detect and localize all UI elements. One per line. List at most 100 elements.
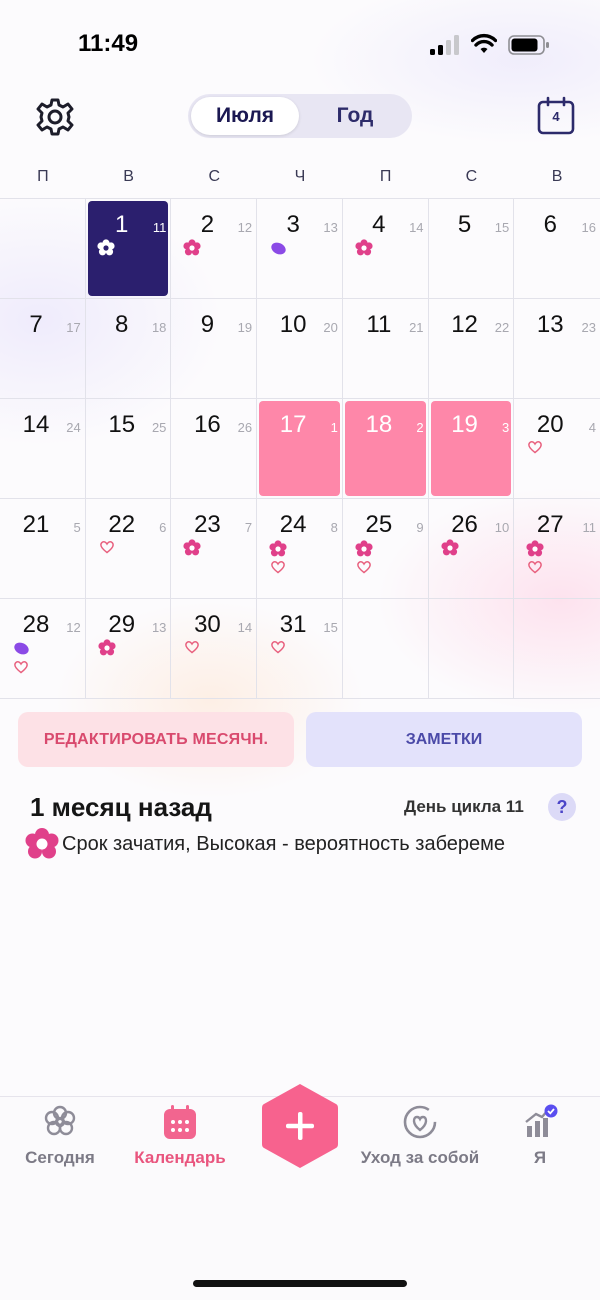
calendar-day-cell[interactable]: 6 16 — [514, 199, 600, 299]
day-number: 10 — [279, 311, 307, 338]
day-number: 31 — [279, 611, 307, 638]
edit-period-button[interactable]: РЕДАКТИРОВАТЬ МЕСЯЧН. — [18, 712, 294, 767]
signal-icon — [430, 35, 462, 55]
calendar-day-cell[interactable]: 23 7 — [171, 499, 258, 599]
settings-button[interactable] — [33, 95, 77, 139]
day-number: 21 — [22, 511, 50, 538]
calendar-day-cell[interactable]: 24 8 — [257, 499, 343, 599]
day-number: 1 — [115, 211, 129, 238]
cycle-day-number: 19 — [237, 320, 253, 335]
day-number: 17 — [279, 411, 307, 438]
flower-icon — [355, 239, 373, 256]
calendar-day-cell[interactable]: 15 25 — [85, 399, 172, 499]
cycle-day-number: 3 — [502, 420, 510, 435]
tab-me[interactable]: Я — [480, 1104, 600, 1168]
calendar-day-cell[interactable]: 16 26 — [171, 399, 258, 499]
notes-button[interactable]: ЗАМЕТКИ — [306, 712, 582, 767]
gear-icon — [36, 98, 74, 136]
add-button[interactable] — [260, 1082, 340, 1170]
day-number: 12 — [451, 311, 478, 338]
period-switcher: Июля Год — [188, 94, 412, 138]
calendar-day-cell[interactable]: 10 20 — [257, 299, 343, 399]
heart-icon — [356, 561, 371, 574]
today-calendar-button[interactable]: 4 — [536, 96, 576, 136]
calendar-day-cell[interactable]: 5 15 — [428, 199, 515, 299]
day-number: 16 — [194, 411, 221, 438]
calendar-day-cell[interactable]: 13 23 — [514, 299, 600, 399]
flower-icon — [98, 639, 116, 656]
calendar-day-cell[interactable]: 18 2 — [342, 399, 429, 499]
heart-icon — [528, 441, 543, 454]
flower-icon — [183, 239, 202, 256]
calendar-day-cell[interactable]: 31 15 — [257, 599, 343, 699]
calendar-day-cell[interactable]: 3 13 — [257, 199, 343, 299]
segment-month[interactable]: Июля — [191, 97, 299, 135]
calendar-icon — [164, 1105, 196, 1139]
day-number: 27 — [536, 511, 564, 538]
calendar-day-cell[interactable]: 4 14 — [342, 199, 429, 299]
heart-icon — [14, 661, 28, 674]
cycle-day-number: 22 — [494, 320, 510, 335]
fertile-flower-icon — [25, 828, 59, 859]
cycle-day-number: 1 — [330, 420, 338, 435]
calendar-empty-cell — [342, 599, 429, 699]
calendar-day-cell[interactable]: 11 21 — [342, 299, 429, 399]
tab-calendar[interactable]: Календарь — [120, 1104, 240, 1168]
calendar-day-cell[interactable]: 26 10 — [428, 499, 515, 599]
cycle-day-number: 10 — [494, 520, 510, 535]
calendar-day-cell[interactable]: 7 17 — [0, 299, 86, 399]
cycle-day-number: 18 — [151, 320, 167, 335]
cycle-day-number: 12 — [237, 220, 253, 235]
oval-icon — [12, 640, 31, 657]
help-button[interactable]: ? — [548, 793, 576, 821]
day-number: 14 — [22, 411, 50, 438]
cycle-day-number: 15 — [494, 220, 510, 235]
day-number: 24 — [279, 511, 307, 538]
weekday-label: Ч — [294, 168, 306, 185]
flower-icon — [355, 540, 373, 557]
cycle-day-number: 21 — [409, 320, 424, 335]
calendar-day-cell[interactable]: 30 14 — [171, 599, 258, 699]
calendar-day-cell[interactable]: 19 3 — [428, 399, 515, 499]
tab-self-care[interactable]: Уход за собой — [360, 1104, 480, 1168]
calendar-day-cell[interactable]: 9 19 — [171, 299, 258, 399]
day-number: 15 — [108, 411, 136, 438]
cycle-day-number: 4 — [588, 420, 596, 435]
heart-icon — [271, 641, 286, 654]
calendar-day-cell[interactable]: 20 4 — [514, 399, 600, 499]
calendar-day-cell[interactable]: 22 6 — [85, 499, 172, 599]
cycle-day-number: 13 — [323, 220, 338, 235]
cycle-day-number: 9 — [416, 520, 424, 535]
cycle-day-number: 2 — [416, 420, 424, 435]
day-number: 18 — [365, 411, 393, 438]
flower-icon — [526, 540, 544, 557]
status-bar: 11:49 — [0, 0, 600, 90]
calendar-day-cell[interactable]: 29 13 — [85, 599, 172, 699]
calendar-day-cell[interactable]: 14 24 — [0, 399, 86, 499]
calendar-day-cell[interactable]: 1 11 — [85, 199, 172, 299]
selected-date-title: 1 месяц назад — [30, 792, 212, 822]
heart-icon — [528, 561, 543, 574]
calendar-empty-cell — [428, 599, 515, 699]
calendar-day-cell[interactable]: 17 1 — [257, 399, 343, 499]
weekday-label: С — [465, 168, 478, 185]
calendar-day-cell[interactable]: 12 22 — [428, 299, 515, 399]
cycle-day-number: 12 — [66, 620, 81, 635]
calendar-day-cell[interactable]: 21 5 — [0, 499, 86, 599]
calendar-day-cell[interactable]: 28 12 — [0, 599, 86, 699]
calendar-day-cell[interactable]: 2 12 — [171, 199, 258, 299]
weekday-label: В — [551, 168, 563, 185]
tab-today-label: Сегодня — [25, 1148, 95, 1167]
tab-today[interactable]: Сегодня — [0, 1104, 120, 1168]
calendar-day-cell[interactable]: 25 9 — [342, 499, 429, 599]
calendar-day-cell[interactable]: 8 18 — [85, 299, 172, 399]
cycle-day-number: 11 — [582, 520, 596, 535]
day-number: 30 — [194, 611, 221, 638]
tab-self-care-label: Уход за собой — [360, 1148, 480, 1167]
tab-calendar-label: Календарь — [134, 1148, 226, 1167]
day-number: 13 — [536, 311, 564, 338]
weekday-label: С — [208, 168, 221, 185]
segment-year[interactable]: Год — [301, 97, 409, 135]
flower-outline-icon — [44, 1105, 76, 1136]
calendar-day-cell[interactable]: 27 11 — [514, 499, 600, 599]
